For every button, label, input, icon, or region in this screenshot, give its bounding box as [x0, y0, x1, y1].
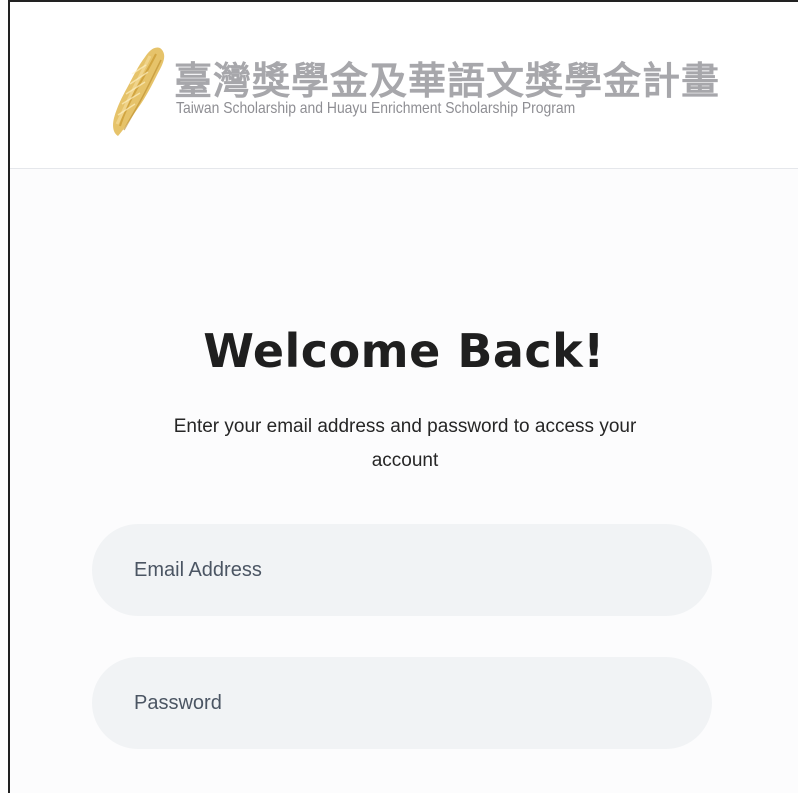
email-field[interactable]: [92, 524, 712, 616]
login-page: 臺灣獎學金及華語文獎學金計畫 Taiwan Scholarship and Hu…: [8, 0, 798, 793]
taiwan-map-logo-icon: [113, 47, 165, 136]
page-header: 臺灣獎學金及華語文獎學金計畫 Taiwan Scholarship and Hu…: [10, 2, 798, 169]
logo-title-chinese: 臺灣獎學金及華語文獎學金計畫: [174, 59, 721, 103]
login-instructions: Enter your email address and password to…: [173, 416, 637, 471]
program-logo[interactable]: 臺灣獎學金及華語文獎學金計畫 Taiwan Scholarship and Hu…: [102, 42, 722, 142]
page-title: Welcome Back!: [203, 324, 605, 378]
password-field[interactable]: [92, 657, 712, 749]
logo-subtitle-english: Taiwan Scholarship and Huayu Enrichment …: [176, 100, 576, 117]
